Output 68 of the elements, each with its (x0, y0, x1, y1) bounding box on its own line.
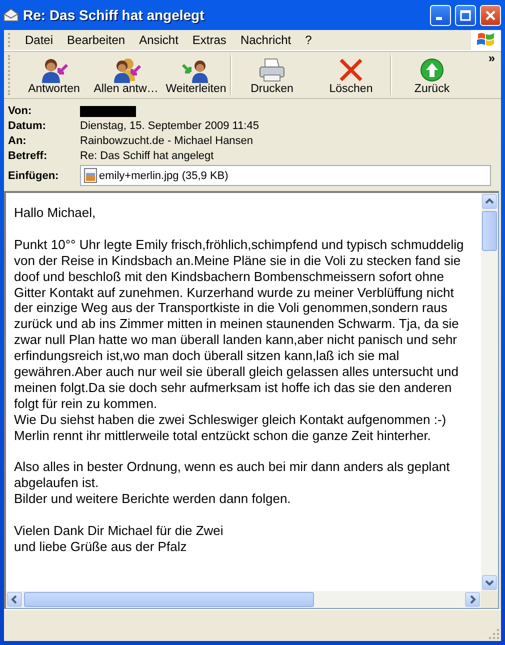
text-line: Hallo Michael, (14, 205, 96, 221)
menu-item[interactable]: Nachricht (233, 31, 298, 49)
field-label: Einfügen: (8, 170, 60, 182)
horizontal-scrollbar[interactable] (6, 591, 481, 608)
text-line: Punkt 10°° Uhr legte Emily frisch,fröhlich,schimpfend und typisch schmuddelig (14, 236, 464, 253)
scroll-thumb[interactable] (482, 211, 497, 251)
field-value: Dienstag, 15. September 2009 11:45 (80, 120, 260, 132)
text-line: zurück und ab ins Zimmer mitten in meinen staunenden Schwarm. Tja, da sie (14, 316, 459, 332)
reply-all-button[interactable]: Allen antw… (90, 52, 162, 98)
maximize-icon (460, 10, 471, 20)
caret-up-icon (485, 198, 494, 205)
window-title: Re: Das Schiff hat angelegt (23, 7, 206, 23)
text-line: erfindungsreich ist,wo man doch überall sitzen kann,laß ich sie mal (14, 348, 400, 364)
close-button[interactable] (480, 4, 501, 26)
text-line: Gitter Kontakt auf zunehmen. Kurzerhand wurde zu meiner Verblüffung nicht (14, 284, 454, 300)
reply-button[interactable]: Antworten (18, 52, 90, 98)
caret-down-icon (485, 579, 494, 586)
envelope-icon (3, 8, 19, 22)
scroll-left-button[interactable] (7, 592, 22, 607)
forward-button[interactable]: Weiterleiten (162, 52, 230, 98)
scroll-right-button[interactable] (465, 592, 480, 607)
text-line: von der Reise in Kindsbach an.Meine Pläne sie in die Voli zu stecken fand sie (14, 252, 461, 269)
text-line: und liebe Grüße aus der Pfalz (14, 538, 187, 555)
field-value: Rainbowzucht.de - Michael Hansen (80, 135, 254, 147)
text-line: doof und beschloß mit den Kindsbachern Bombenschmeissern sofort ohne (14, 268, 444, 285)
people-arrow-icon (111, 57, 141, 83)
person-arrow-icon (39, 57, 69, 83)
text-line: Merlin rennt ihr mittlerweile total entzückt schon die ganze Zeit hinterher. (14, 428, 431, 444)
delete-button[interactable]: Löschen (312, 52, 390, 98)
print-button[interactable]: Drucken (232, 52, 312, 98)
menu-item[interactable]: Datei (18, 31, 60, 49)
back-button[interactable]: Zurück (392, 52, 472, 98)
text-line: gewähren.Aber auch nur weil sie überall gleich gelassen alles untersucht und (14, 364, 458, 380)
text-line: abgelaufen ist. (14, 475, 99, 492)
resize-grip[interactable] (488, 628, 500, 640)
minimize-button[interactable] (430, 4, 451, 26)
menu-item[interactable]: Bearbeiten (60, 31, 132, 49)
vertical-scrollbar[interactable] (481, 193, 498, 591)
text-line: der einzige Weg aus der Transportkiste in die Voli genommen,sondern raus (14, 300, 448, 316)
caret-left-icon (11, 595, 18, 604)
scroll-down-button[interactable] (482, 575, 497, 590)
menu-item[interactable]: Extras (185, 31, 234, 49)
redaction-bar (80, 106, 136, 116)
field-label: Datum: (8, 120, 47, 132)
image-file-icon (84, 168, 97, 183)
text-line: folgt für rein zu kommen. (14, 396, 158, 412)
field-label: Von: (8, 105, 33, 117)
printer-icon (257, 57, 287, 83)
text-line: Bilder und weitere Berichte werden dann folgen. (14, 491, 291, 508)
caret-right-icon (469, 595, 476, 604)
maximize-button[interactable] (455, 4, 476, 26)
text-line: zwar null Plan hatte wo man überall landen kann,aber nicht panisch und sehr (14, 332, 457, 348)
field-label: Betreff: (8, 150, 48, 162)
field-value: Re: Das Schiff hat angelegt (80, 150, 215, 162)
menu-item[interactable]: Ansicht (132, 31, 186, 49)
menu-item[interactable]: ? (298, 31, 319, 49)
text-line: Also alles in bester Ordnung, wenn es auch bei mir dann anders als geplant (14, 459, 450, 476)
scroll-thumb[interactable] (24, 592, 314, 607)
overflow-chevron[interactable]: » (488, 51, 495, 65)
text-line: meinen folgt.Da sie doch sehr aufmerksam ist hoffe ich das sie den anderen (14, 380, 452, 396)
field-label: An: (8, 135, 28, 147)
scroll-up-button[interactable] (482, 194, 497, 209)
text-line: Vielen Dank Dir Michael für die Zwei (14, 523, 224, 539)
minimize-icon (436, 16, 442, 20)
text-line: Wie Du siehst haben die zwei Schleswiger gleich Kontakt aufgenommen :-) (14, 412, 446, 428)
scrollbar-corner (481, 591, 498, 608)
attachment-link[interactable]: emily+merlin.jpg (35,9 KB) (99, 170, 228, 182)
close-icon (485, 10, 496, 20)
